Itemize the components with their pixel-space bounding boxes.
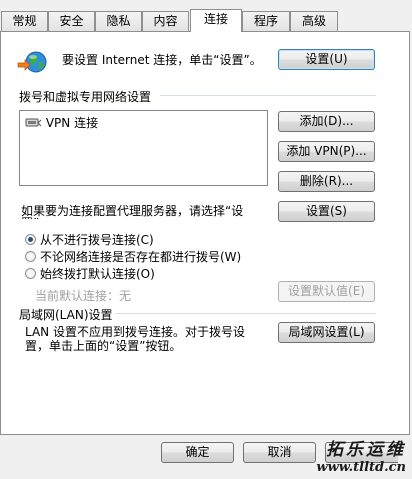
radio-always-default[interactable]: 始终拨打默认连接(O) bbox=[25, 265, 155, 281]
dialup-section-header: 拨号和虚拟专用网络设置 bbox=[19, 90, 152, 104]
setup-button[interactable]: 设置(U) bbox=[278, 49, 375, 70]
radio-never-dial[interactable]: 从不进行拨号连接(C) bbox=[25, 231, 154, 247]
lan-description: LAN 设置不应用到拨号连接。对于拨号设置，单击上面的“设置”按钮。 bbox=[25, 325, 245, 353]
add-vpn-button[interactable]: 添加 VPN(P)... bbox=[278, 141, 375, 162]
tab-connections[interactable]: 连接 bbox=[190, 9, 242, 32]
radio-dial-always[interactable]: 不论网络连接是否存在都进行拨号(W) bbox=[25, 248, 241, 264]
connections-panel: 要设置 Internet 连接，单击“设置”。 设置(U) 拨号和虚拟专用网络设… bbox=[0, 31, 410, 435]
internet-options-dialog: 常规 安全 隐私 内容 连接 程序 高级 要设置 Internet 连接，单击“… bbox=[0, 0, 412, 479]
proxy-description: 如果要为连接配置代理服务器，请选择“设置”。 bbox=[21, 205, 244, 219]
ok-button[interactable]: 确定 bbox=[161, 442, 234, 463]
delete-button[interactable]: 删除(R)... bbox=[278, 171, 375, 192]
radio-button[interactable] bbox=[25, 251, 36, 262]
radio-button[interactable] bbox=[25, 234, 36, 245]
lan-divider bbox=[115, 313, 376, 314]
internet-globe-icon bbox=[17, 49, 49, 77]
setup-description: 要设置 Internet 连接，单击“设置”。 bbox=[62, 53, 262, 67]
tab-content[interactable]: 内容 bbox=[142, 11, 189, 31]
lan-section-header: 局域网(LAN)设置 bbox=[19, 308, 113, 322]
vpn-connection-icon bbox=[24, 117, 42, 129]
cancel-button[interactable]: 取消 bbox=[243, 442, 316, 463]
list-item[interactable]: VPN 连接 bbox=[24, 114, 98, 131]
add-button[interactable]: 添加(D)... bbox=[278, 111, 375, 132]
radio-label: 始终拨打默认连接(O) bbox=[40, 267, 155, 281]
list-item-label: VPN 连接 bbox=[45, 116, 99, 130]
radio-label: 不论网络连接是否存在都进行拨号(W) bbox=[40, 250, 242, 264]
radio-button[interactable] bbox=[25, 268, 36, 279]
radio-label: 从不进行拨号连接(C) bbox=[40, 233, 154, 247]
set-default-button[interactable]: 设置默认值(E) bbox=[278, 281, 375, 302]
tab-strip: 常规 安全 隐私 内容 连接 程序 高级 bbox=[0, 9, 412, 32]
dialup-divider bbox=[160, 95, 376, 96]
watermark-url: www.tlltd.cn bbox=[316, 460, 406, 475]
connection-list[interactable]: VPN 连接 bbox=[19, 110, 268, 186]
tab-security[interactable]: 安全 bbox=[48, 11, 95, 31]
tab-advanced[interactable]: 高级 bbox=[290, 11, 338, 31]
tab-privacy[interactable]: 隐私 bbox=[95, 11, 142, 31]
lan-settings-button[interactable]: 局域网设置(L) bbox=[278, 322, 375, 343]
watermark-title: 拓乐运维 bbox=[326, 440, 406, 460]
default-connection-value: 无 bbox=[119, 289, 132, 303]
default-connection-label: 当前默认连接：无 bbox=[35, 289, 132, 303]
tab-general[interactable]: 常规 bbox=[1, 11, 48, 31]
watermark: 拓乐运维 www.tlltd.cn bbox=[316, 435, 406, 475]
proxy-settings-button[interactable]: 设置(S) bbox=[278, 201, 375, 222]
tab-programs[interactable]: 程序 bbox=[242, 11, 290, 31]
